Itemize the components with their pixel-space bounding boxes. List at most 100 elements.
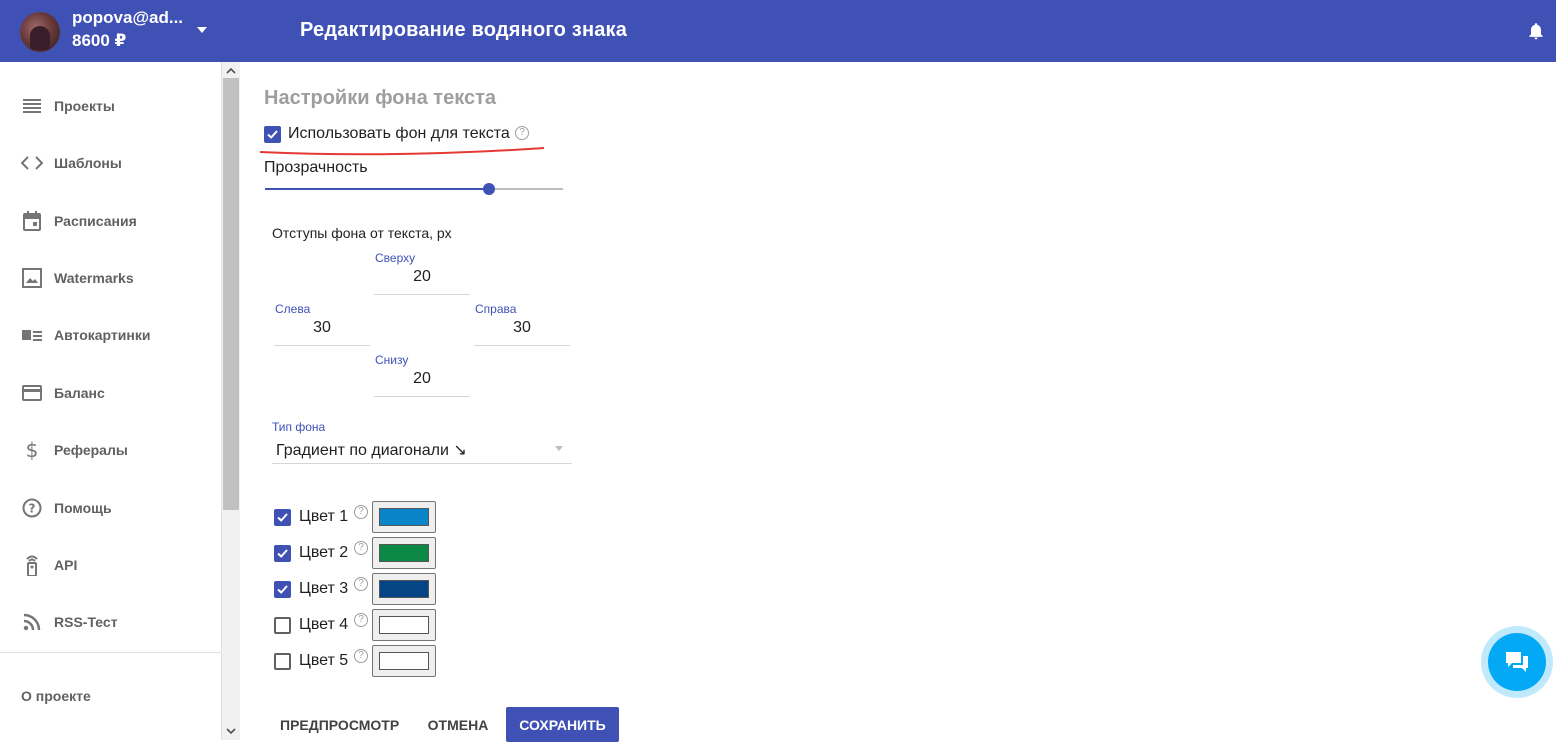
color-5-swatch: [379, 652, 429, 670]
sidebar-item-label: Проекты: [54, 98, 115, 114]
background-type-select[interactable]: Тип фона Градиент по диагонали ↘: [272, 420, 572, 464]
color-5-label[interactable]: Цвет 5: [299, 652, 348, 670]
help-icon[interactable]: ?: [354, 613, 368, 627]
help-icon[interactable]: ?: [354, 505, 368, 519]
help-icon[interactable]: ?: [354, 577, 368, 591]
chevron-down-icon[interactable]: [197, 27, 207, 33]
user-balance: 8600 ₽: [72, 31, 127, 50]
help-icon: ?: [21, 497, 43, 519]
background-type-label: Тип фона: [272, 420, 326, 434]
sidebar-item-label: Рефералы: [54, 442, 128, 458]
sidebar-item-help[interactable]: ? Помощь: [0, 488, 222, 528]
color-5-picker[interactable]: [372, 645, 436, 677]
sidebar-item-projects[interactable]: Проекты: [0, 86, 222, 126]
user-email[interactable]: popova@ad...: [72, 8, 183, 28]
color-2-picker[interactable]: [372, 537, 436, 569]
opacity-label: Прозрачность: [264, 159, 368, 176]
padding-bottom-field[interactable]: Снизу 20: [374, 353, 470, 397]
padding-right-input[interactable]: 30: [474, 319, 570, 337]
opacity-slider-thumb[interactable]: [483, 183, 495, 195]
sidebar-item-label: RSS-Тест: [54, 614, 118, 630]
color-row-4: Цвет 4 ?: [274, 608, 444, 642]
color-1-picker[interactable]: [372, 501, 436, 533]
padding-right-label: Справа: [475, 302, 517, 316]
color-4-swatch: [379, 616, 429, 634]
top-app-bar: popova@ad... 8600 ₽ Редактирование водян…: [0, 0, 1556, 62]
avatar[interactable]: [20, 12, 60, 52]
use-background-label[interactable]: Использовать фон для текста: [288, 125, 510, 143]
padding-top-label: Сверху: [375, 251, 416, 265]
sidebar-item-autoimages[interactable]: Автокартинки: [0, 315, 222, 355]
svg-text:?: ?: [29, 502, 36, 516]
help-icon[interactable]: ?: [354, 649, 368, 663]
chat-button[interactable]: [1481, 626, 1553, 698]
sidebar-item-rss-test[interactable]: RSS-Тест: [0, 602, 222, 642]
image-text-icon: [21, 324, 43, 346]
background-type-value[interactable]: Градиент по диагонали ↘: [276, 440, 467, 460]
color-5-checkbox[interactable]: [274, 653, 291, 670]
code-icon: [21, 152, 43, 174]
red-annotation-underline: [259, 147, 545, 156]
color-4-label[interactable]: Цвет 4: [299, 616, 348, 634]
dropdown-caret-icon[interactable]: [555, 446, 563, 451]
padding-right-field[interactable]: Справа 30: [474, 302, 570, 346]
dollar-icon: $: [25, 438, 39, 462]
sidebar-item-label: Баланс: [54, 385, 105, 401]
color-2-checkbox[interactable]: [274, 545, 291, 562]
color-row-1: Цвет 1 ?: [274, 500, 444, 534]
scrollbar-thumb[interactable]: [223, 78, 239, 510]
credit-card-icon: [21, 382, 43, 404]
padding-top-field[interactable]: Сверху 20: [374, 251, 470, 295]
sidebar-item-balance[interactable]: Баланс: [0, 373, 222, 413]
sidebar-item-templates[interactable]: Шаблоны: [0, 143, 222, 183]
color-1-swatch: [379, 508, 429, 526]
scroll-up-arrow-icon[interactable]: [226, 66, 236, 76]
sidebar-item-referrals[interactable]: $ Рефералы: [0, 430, 222, 470]
padding-left-field[interactable]: Слева 30: [274, 302, 370, 346]
calendar-icon: [21, 210, 43, 232]
padding-top-input[interactable]: 20: [374, 268, 470, 286]
cancel-button[interactable]: ОТМЕНА: [414, 707, 502, 742]
remote-icon: [21, 554, 43, 576]
padding-bottom-label: Снизу: [375, 353, 409, 367]
preview-button[interactable]: ПРЕДПРОСМОТР: [264, 707, 434, 742]
color-row-3: Цвет 3 ?: [274, 572, 444, 606]
sidebar-item-label: Watermarks: [54, 270, 134, 286]
color-2-label[interactable]: Цвет 2: [299, 544, 348, 562]
padding-title: Отступы фона от текста, px: [272, 225, 452, 241]
chat-button-inner[interactable]: [1488, 633, 1546, 691]
save-button[interactable]: СОХРАНИТЬ: [506, 707, 619, 742]
sidebar-item-api[interactable]: API: [0, 545, 222, 585]
list-icon: [21, 95, 43, 117]
color-1-checkbox[interactable]: [274, 509, 291, 526]
sidebar-item-schedules[interactable]: Расписания: [0, 201, 222, 241]
help-icon[interactable]: ?: [515, 126, 529, 140]
sidebar-item-label: Расписания: [54, 213, 137, 229]
sidebar-item-about[interactable]: О проекте: [21, 688, 91, 704]
color-row-5: Цвет 5 ?: [274, 644, 444, 678]
color-3-checkbox[interactable]: [274, 581, 291, 598]
scroll-down-arrow-icon[interactable]: [226, 726, 236, 736]
sidebar-item-label: Помощь: [54, 500, 112, 516]
main-content: Настройки фона текста Использовать фон д…: [240, 62, 1556, 742]
color-4-checkbox[interactable]: [274, 617, 291, 634]
padding-left-label: Слева: [275, 302, 311, 316]
sidebar-item-watermarks[interactable]: Watermarks: [0, 258, 222, 298]
color-3-label[interactable]: Цвет 3: [299, 580, 348, 598]
color-4-picker[interactable]: [372, 609, 436, 641]
color-3-picker[interactable]: [372, 573, 436, 605]
sidebar-item-label: API: [54, 557, 78, 573]
sidebar-scrollbar[interactable]: [222, 62, 240, 740]
sidebar-item-label: Автокартинки: [54, 327, 151, 343]
section-title: Настройки фона текста: [264, 87, 496, 109]
use-background-checkbox[interactable]: [264, 126, 281, 143]
color-1-label[interactable]: Цвет 1: [299, 508, 348, 526]
color-row-2: Цвет 2 ?: [274, 536, 444, 570]
padding-left-input[interactable]: 30: [274, 319, 370, 337]
color-3-swatch: [379, 580, 429, 598]
help-icon[interactable]: ?: [354, 541, 368, 555]
bell-icon[interactable]: [1526, 20, 1546, 42]
padding-bottom-input[interactable]: 20: [374, 370, 470, 388]
opacity-slider-fill: [265, 188, 489, 190]
opacity-slider[interactable]: [265, 183, 563, 195]
